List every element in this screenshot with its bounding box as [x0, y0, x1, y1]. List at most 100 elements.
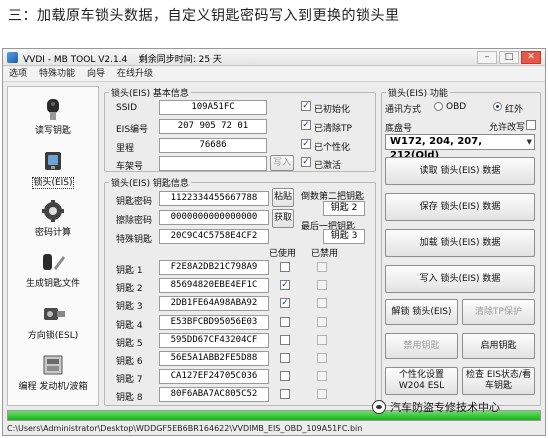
mileage-label: 里程	[116, 144, 135, 154]
key-used-checkbox[interactable]	[280, 353, 290, 363]
menu-options[interactable]: 选项	[9, 67, 27, 81]
sidebar-item-esl[interactable]: 方向锁(ESL)	[10, 302, 96, 341]
key-used-checkbox[interactable]	[280, 262, 290, 272]
sidebar-label: 读写钥匙	[34, 126, 71, 136]
close-button[interactable]: ✕	[521, 51, 541, 64]
key-disabled-checkbox[interactable]	[317, 353, 327, 363]
erase-password-label: 擦除密码	[116, 216, 153, 226]
personalized-checkbox[interactable]: ✓	[301, 139, 311, 149]
group-title: 锁头(EIS) 基本信息	[111, 89, 189, 99]
key-used-checkbox[interactable]	[280, 371, 290, 382]
minimize-button[interactable]: –	[477, 51, 497, 64]
key-value-field[interactable]: E53BFCBD95056E03	[159, 314, 269, 330]
key-label: 钥匙 8	[116, 393, 143, 404]
read-eis-button[interactable]: 读取 锁头(EIS) 数据	[385, 157, 535, 185]
allow-modify-checkbox[interactable]	[526, 120, 536, 130]
key-used-checkbox[interactable]	[280, 389, 290, 400]
page-heading: 三：加载原车锁头数据，自定义钥匙密码写入到更换的锁头里	[8, 8, 400, 24]
paste-button[interactable]: 粘贴	[272, 188, 294, 207]
activated-label: 已激活	[314, 161, 342, 171]
unlock-eis-button[interactable]: 解锁 锁头(EIS)	[385, 299, 458, 325]
enable-key-button[interactable]: 启用钥匙	[462, 333, 535, 359]
vin-label: 车架号	[116, 162, 144, 172]
key-used-checkbox[interactable]: ✓	[280, 298, 290, 309]
ssid-label: SSID	[116, 103, 138, 113]
key-value-field[interactable]: CA127EF24705C036	[159, 369, 269, 385]
personalize-w204-esl-button[interactable]: 个性化设置W204 ESL	[385, 367, 458, 395]
key-password-field[interactable]: 1122334455667788	[159, 191, 269, 206]
sidebar-label: 编程 发动机/波箱	[18, 382, 88, 392]
ssid-field[interactable]: 109A51FC	[159, 100, 267, 115]
key-disabled-checkbox[interactable]	[317, 371, 327, 382]
key-value-field[interactable]: 56E5A1ABB2FE5D88	[159, 351, 269, 366]
special-key-field[interactable]: 20C9C4C5758E4CF2	[159, 229, 269, 244]
menu-update[interactable]: 在线升级	[117, 67, 153, 81]
part-number-field[interactable]: 207 905 72 01	[159, 119, 267, 134]
sidebar-item-keyfile[interactable]: 生成钥匙文件	[10, 250, 96, 289]
sidebar-label: 方向锁(ESL)	[27, 331, 79, 341]
maximize-button[interactable]: □	[499, 51, 519, 64]
key-used-checkbox[interactable]	[280, 316, 290, 327]
comm-obd-radio[interactable]	[434, 102, 443, 111]
key-value-field[interactable]: 2DB1FE64A98ABA92	[159, 296, 269, 312]
tp-cleared-checkbox[interactable]: ✓	[301, 120, 311, 130]
check-eis-status-button[interactable]: 检查 EIS状态/看车钥匙	[462, 367, 535, 395]
load-eis-button[interactable]: 加载 锁头(EIS) 数据	[385, 229, 535, 257]
comm-ir-label: 红外	[505, 105, 524, 115]
ecu-module-icon	[43, 355, 63, 375]
key-label: 钥匙 1	[116, 266, 143, 276]
initialized-checkbox[interactable]: ✓	[301, 101, 311, 111]
sidebar-label: 密码计算	[34, 228, 71, 238]
last-key-field[interactable]: 钥匙 3	[323, 229, 365, 244]
app-logo-icon	[7, 52, 18, 63]
special-key-label: 特殊钥匙	[116, 235, 153, 245]
menu-special[interactable]: 特殊功能	[39, 67, 75, 81]
key-value-field[interactable]: 595DD67CF43204CF	[159, 332, 269, 348]
key-used-checkbox[interactable]	[280, 334, 290, 345]
key-value-field[interactable]: 85694820EBE4EF1C	[159, 278, 269, 294]
group-title: 锁头(EIS) 功能	[388, 89, 448, 99]
write-vin-button[interactable]: 写入	[270, 155, 294, 171]
tp-cleared-label: 已清除TP	[314, 124, 352, 134]
personalized-label: 已个性化	[314, 143, 351, 153]
key-disabled-checkbox[interactable]	[317, 334, 327, 345]
part-number-label: EIS编号	[116, 125, 149, 135]
key-disabled-checkbox[interactable]	[317, 280, 327, 291]
activated-checkbox[interactable]: ✓	[301, 157, 311, 167]
key-password-label: 钥匙密码	[116, 197, 153, 207]
disabled-header: 已禁用	[311, 249, 339, 259]
clear-tp-button[interactable]: 清除TP保护	[462, 299, 535, 325]
sidebar-label: 生成钥匙文件	[25, 279, 80, 289]
used-header: 已使用	[269, 249, 297, 259]
key-used-checkbox[interactable]: ✓	[280, 280, 290, 291]
key-disabled-checkbox[interactable]	[317, 262, 327, 272]
key-disabled-checkbox[interactable]	[317, 316, 327, 327]
wechat-logo-icon	[372, 400, 386, 414]
sidebar-item-key[interactable]: 读写钥匙	[10, 97, 96, 136]
erase-password-field[interactable]: 0000000000000000	[159, 210, 269, 225]
write-eis-button[interactable]: 写入 锁头(EIS) 数据	[385, 265, 535, 293]
save-eis-button[interactable]: 保存 锁头(EIS) 数据	[385, 193, 535, 221]
chassis-model-select[interactable]: W172, 204, 207, 212(Old) ▼	[385, 134, 535, 161]
vin-field[interactable]	[159, 156, 267, 171]
key-value-field[interactable]: F2E8A2DB21C798A9	[159, 260, 269, 275]
key-label: 钥匙 4	[116, 320, 143, 331]
prev-key-field[interactable]: 钥匙 2	[323, 201, 365, 216]
sidebar-item-password[interactable]: 密码计算	[10, 199, 96, 238]
comm-ir-radio[interactable]	[493, 102, 502, 111]
key-disabled-checkbox[interactable]	[317, 389, 327, 400]
mileage-field[interactable]: 76686	[159, 138, 267, 153]
key-disabled-checkbox[interactable]	[317, 298, 327, 309]
get-button[interactable]: 获取	[272, 209, 294, 228]
chevron-down-icon: ▼	[526, 138, 532, 146]
sidebar-item-ecu[interactable]: 编程 发动机/波箱	[10, 353, 96, 392]
disable-key-button[interactable]: 禁用钥匙	[385, 333, 458, 359]
chassis-label: 底盘号	[385, 124, 413, 134]
sidebar-item-eis[interactable]: 锁头(EIS)	[10, 149, 96, 189]
sidebar-label: 锁头(EIS)	[32, 177, 74, 189]
menu-wizard[interactable]: 向导	[87, 67, 105, 81]
allow-modify-label: 允许改写	[489, 123, 526, 133]
key-value-field[interactable]: 80F6ABA7AC805C52	[159, 387, 269, 403]
title-bar[interactable]: VVDI - MB TOOL V2.1.4 剩余同步时间: 25 天 – □ ✕	[3, 49, 545, 66]
watermark: 汽车防盗专修技术中心	[372, 399, 500, 415]
